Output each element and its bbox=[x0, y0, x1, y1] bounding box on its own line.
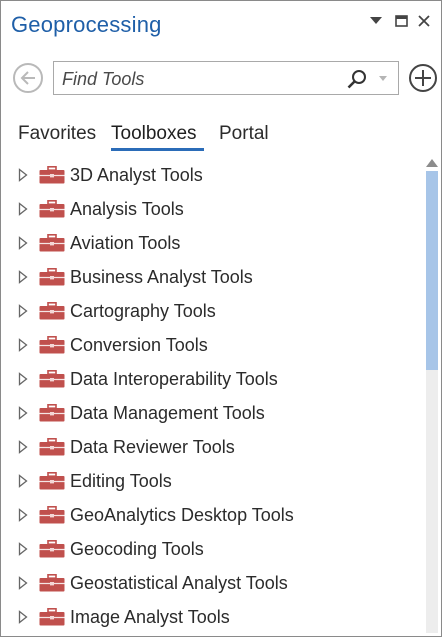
expand-arrow-icon[interactable] bbox=[18, 440, 28, 454]
expand-arrow-icon[interactable] bbox=[18, 168, 28, 182]
search-input[interactable] bbox=[62, 68, 332, 90]
toolbox-icon bbox=[39, 404, 65, 422]
close-button[interactable] bbox=[414, 11, 434, 31]
toolbox-icon bbox=[39, 472, 65, 490]
toolbox-label: 3D Analyst Tools bbox=[70, 165, 203, 185]
tab-bar: Favorites Toolboxes Portal bbox=[1, 119, 441, 153]
expand-arrow-icon[interactable] bbox=[18, 406, 28, 420]
expand-arrow-icon[interactable] bbox=[18, 508, 28, 522]
toolbox-item[interactable]: GeoAnalytics Desktop Tools bbox=[1, 499, 421, 533]
pane-title-bar: Geoprocessing bbox=[1, 1, 441, 47]
toolbox-label: Data Reviewer Tools bbox=[70, 437, 235, 457]
expand-arrow-icon[interactable] bbox=[18, 338, 28, 352]
toolbox-item[interactable]: 3D Analyst Tools bbox=[1, 159, 421, 193]
toolbox-icon bbox=[39, 268, 65, 286]
expand-arrow-icon[interactable] bbox=[18, 610, 28, 624]
toolbox-label: Data Interoperability Tools bbox=[70, 369, 278, 389]
expand-arrow-icon[interactable] bbox=[18, 236, 28, 250]
toolbox-item[interactable]: Analysis Tools bbox=[1, 193, 421, 227]
toolbox-icon bbox=[39, 540, 65, 558]
add-circle-icon[interactable] bbox=[408, 63, 438, 93]
toolbox-icon bbox=[39, 234, 65, 252]
toolbox-icon bbox=[39, 574, 65, 592]
pane-title: Geoprocessing bbox=[11, 12, 162, 37]
toolbox-item[interactable]: Geostatistical Analyst Tools bbox=[1, 567, 421, 601]
find-tools-search[interactable] bbox=[53, 61, 399, 95]
vertical-scrollbar[interactable] bbox=[423, 153, 441, 635]
toolbox-icon bbox=[39, 370, 65, 388]
search-icon[interactable] bbox=[346, 68, 368, 90]
toolbox-icon bbox=[39, 506, 65, 524]
tab-portal[interactable]: Portal bbox=[219, 123, 269, 145]
toolbox-label: Data Management Tools bbox=[70, 403, 265, 423]
toolbox-label: Aviation Tools bbox=[70, 233, 181, 253]
toolbox-label: Geostatistical Analyst Tools bbox=[70, 573, 288, 593]
toolbox-label: Analysis Tools bbox=[70, 199, 184, 219]
toolbox-icon bbox=[39, 438, 65, 456]
expand-arrow-icon[interactable] bbox=[18, 202, 28, 216]
expand-arrow-icon[interactable] bbox=[18, 542, 28, 556]
toolbox-icon bbox=[39, 166, 65, 184]
expand-arrow-icon[interactable] bbox=[18, 474, 28, 488]
expand-arrow-icon[interactable] bbox=[18, 576, 28, 590]
tab-favorites[interactable]: Favorites bbox=[18, 123, 96, 145]
toolbox-label: Business Analyst Tools bbox=[70, 267, 253, 287]
toolbox-label: Cartography Tools bbox=[70, 301, 216, 321]
back-button[interactable] bbox=[13, 63, 43, 93]
scroll-thumb[interactable] bbox=[426, 171, 438, 370]
toolbox-item[interactable]: Data Management Tools bbox=[1, 397, 421, 431]
expand-arrow-icon[interactable] bbox=[18, 372, 28, 386]
toolbox-item[interactable]: Data Reviewer Tools bbox=[1, 431, 421, 465]
toolbox-label: Image Analyst Tools bbox=[70, 607, 230, 627]
toolbox-label: Geocoding Tools bbox=[70, 539, 204, 559]
expand-arrow-icon[interactable] bbox=[18, 304, 28, 318]
caret-down-icon[interactable] bbox=[378, 75, 388, 83]
toolbox-icon bbox=[39, 200, 65, 218]
toolbox-item[interactable]: Editing Tools bbox=[1, 465, 421, 499]
active-tab-indicator bbox=[111, 148, 204, 151]
toolbox-icon bbox=[39, 336, 65, 354]
toolbox-item[interactable]: Geocoding Tools bbox=[1, 533, 421, 567]
toolbox-item[interactable]: Aviation Tools bbox=[1, 227, 421, 261]
toolbox-label: Conversion Tools bbox=[70, 335, 208, 355]
toolbox-tree: 3D Analyst Tools Analysis Tools Aviation T… bbox=[1, 159, 421, 635]
maximize-button[interactable] bbox=[391, 11, 411, 31]
scroll-up-arrow-icon[interactable] bbox=[425, 157, 439, 169]
toolbox-label: Editing Tools bbox=[70, 471, 172, 491]
toolbox-item[interactable]: Data Interoperability Tools bbox=[1, 363, 421, 397]
close-icon bbox=[418, 15, 430, 27]
toolbox-item[interactable]: Cartography Tools bbox=[1, 295, 421, 329]
geoprocessing-pane: Geoprocessing Find Tools Favorites Toolb… bbox=[0, 0, 442, 637]
expand-arrow-icon[interactable] bbox=[18, 270, 28, 284]
toolbox-item[interactable]: Business Analyst Tools bbox=[1, 261, 421, 295]
toolbox-label: GeoAnalytics Desktop Tools bbox=[70, 505, 294, 525]
toolbox-icon bbox=[39, 302, 65, 320]
back-arrow-icon bbox=[20, 71, 35, 85]
pane-options-button[interactable] bbox=[366, 11, 386, 31]
caret-down-icon bbox=[370, 17, 382, 24]
toolbox-icon bbox=[39, 608, 65, 626]
tab-toolboxes[interactable]: Toolboxes bbox=[111, 123, 197, 145]
restore-window-icon bbox=[394, 15, 408, 27]
toolbox-item[interactable]: Image Analyst Tools bbox=[1, 601, 421, 635]
toolbox-item[interactable]: Conversion Tools bbox=[1, 329, 421, 363]
